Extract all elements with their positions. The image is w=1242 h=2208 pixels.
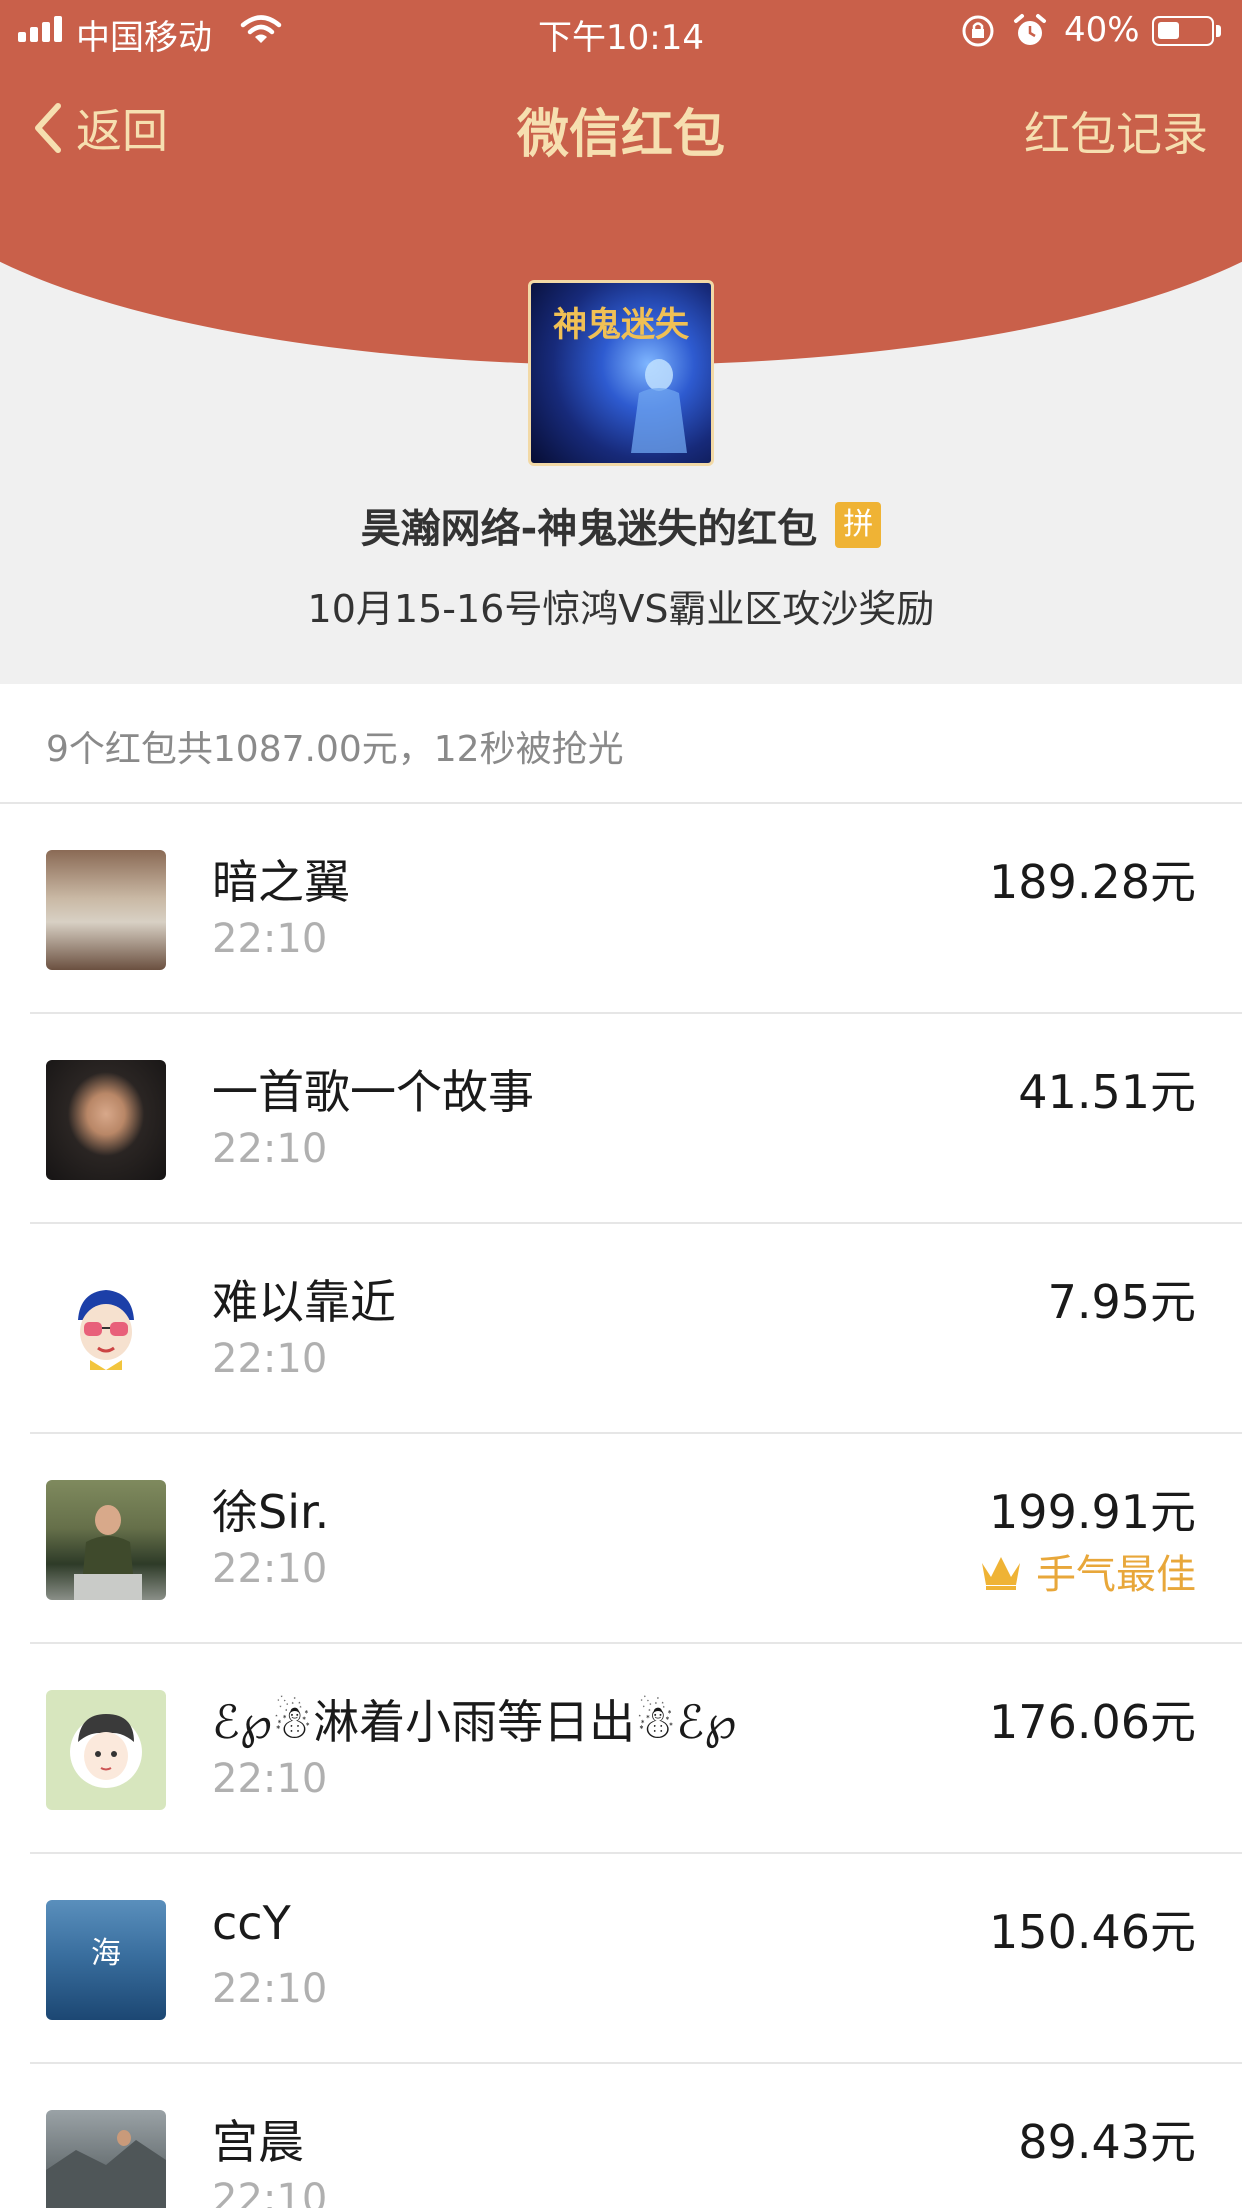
avatar[interactable]: 海: [46, 1900, 166, 2020]
receiver-name: 一首歌一个故事: [212, 1065, 534, 1119]
receiver-row[interactable]: 难以靠近 22:10 7.95元: [30, 1224, 1242, 1434]
cartoon-face-icon: [78, 1290, 134, 1370]
receiver-time: 22:10: [212, 2176, 328, 2208]
receiver-row[interactable]: ℰ℘☃淋着小雨等日出☃ℰ℘ 22:10 176.06元: [30, 1644, 1242, 1854]
landscape-photo: [46, 2130, 166, 2208]
best-luck-label: 手气最佳: [1036, 1552, 1196, 1598]
battery-icon: [1152, 16, 1222, 46]
soldier-photo: [74, 1505, 142, 1600]
avatar[interactable]: [46, 1690, 166, 1810]
receiver-row[interactable]: 徐Sir. 22:10 199.91元 手气最佳: [30, 1434, 1242, 1644]
receiver-name: 暗之翼: [212, 855, 350, 909]
receiver-time: 22:10: [212, 1756, 328, 1802]
summary-text: 9个红包共1087.00元，12秒被抢光: [46, 729, 624, 770]
receiver-time: 22:10: [212, 1336, 328, 1382]
status-bar: 中国移动 下午10:14 40%: [0, 0, 1242, 62]
receiver-amount: 150.46元: [989, 1905, 1196, 1959]
receiver-name: ℰ℘☃淋着小雨等日出☃ℰ℘: [212, 1695, 737, 1749]
alarm-icon: [1014, 14, 1046, 45]
receiver-time: 22:10: [212, 1546, 328, 1592]
receiver-time: 22:10: [212, 1126, 328, 1172]
avatar-text: 海: [91, 1936, 121, 1971]
receiver-amount: 89.43元: [1018, 2115, 1196, 2169]
battery-percentage: 40%: [1064, 10, 1140, 50]
receiver-name: ccY: [212, 1896, 291, 1950]
summary-bar: 9个红包共1087.00元，12秒被抢光: [0, 684, 1242, 804]
red-packet-detail-page: 中国移动 下午10:14 40% 返回 微信红包 红包记录 神鬼迷失 昊瀚网络-…: [0, 0, 1242, 2208]
sender-avatar[interactable]: 神鬼迷失: [528, 280, 714, 466]
receiver-row[interactable]: 暗之翼 22:10 189.28元: [30, 804, 1242, 1014]
pin-badge: 拼: [835, 502, 882, 548]
cartoon-boy-icon: [70, 1714, 142, 1788]
receiver-amount: 189.28元: [989, 855, 1196, 909]
avatar[interactable]: [46, 1480, 166, 1600]
avatar[interactable]: [46, 850, 166, 970]
avatar[interactable]: [46, 1270, 166, 1390]
receiver-name: 难以靠近: [212, 1275, 396, 1329]
receiver-list: 暗之翼 22:10 189.28元 一首歌一个故事 22:10 41.51元 难…: [0, 804, 1242, 2208]
receiver-amount: 199.91元: [989, 1485, 1196, 1539]
sender-name: 昊瀚网络-神鬼迷失的红包: [360, 506, 818, 552]
receiver-time: 22:10: [212, 1966, 328, 2012]
receiver-time: 22:10: [212, 916, 328, 962]
red-packet-records-link[interactable]: 红包记录: [1024, 98, 1208, 164]
red-packet-greeting: 10月15-16号惊鸿VS霸业区攻沙奖励: [307, 587, 935, 631]
receiver-amount: 7.95元: [1047, 1275, 1196, 1329]
receiver-amount: 41.51元: [1018, 1065, 1196, 1119]
receiver-name: 宫晨: [212, 2115, 304, 2169]
receiver-row[interactable]: 宫晨 22:10 89.43元: [30, 2064, 1242, 2208]
crown-icon: [982, 1557, 1020, 1590]
game-character-figure: [631, 359, 687, 453]
sender-line: 昊瀚网络-神鬼迷失的红包 拼: [0, 496, 1242, 554]
avatar[interactable]: [46, 1060, 166, 1180]
rotation-lock-icon: [962, 15, 994, 47]
receiver-amount: 176.06元: [989, 1695, 1196, 1749]
receiver-name: 徐Sir.: [212, 1485, 330, 1539]
receiver-row[interactable]: 一首歌一个故事 22:10 41.51元: [30, 1014, 1242, 1224]
status-time: 下午10:14: [538, 18, 704, 58]
avatar-caption: 神鬼迷失: [553, 305, 689, 345]
avatar[interactable]: [46, 2110, 166, 2208]
best-luck-tag: 手气最佳: [978, 1542, 1196, 1600]
receiver-row[interactable]: 海 ccY 22:10 150.46元: [30, 1854, 1242, 2064]
